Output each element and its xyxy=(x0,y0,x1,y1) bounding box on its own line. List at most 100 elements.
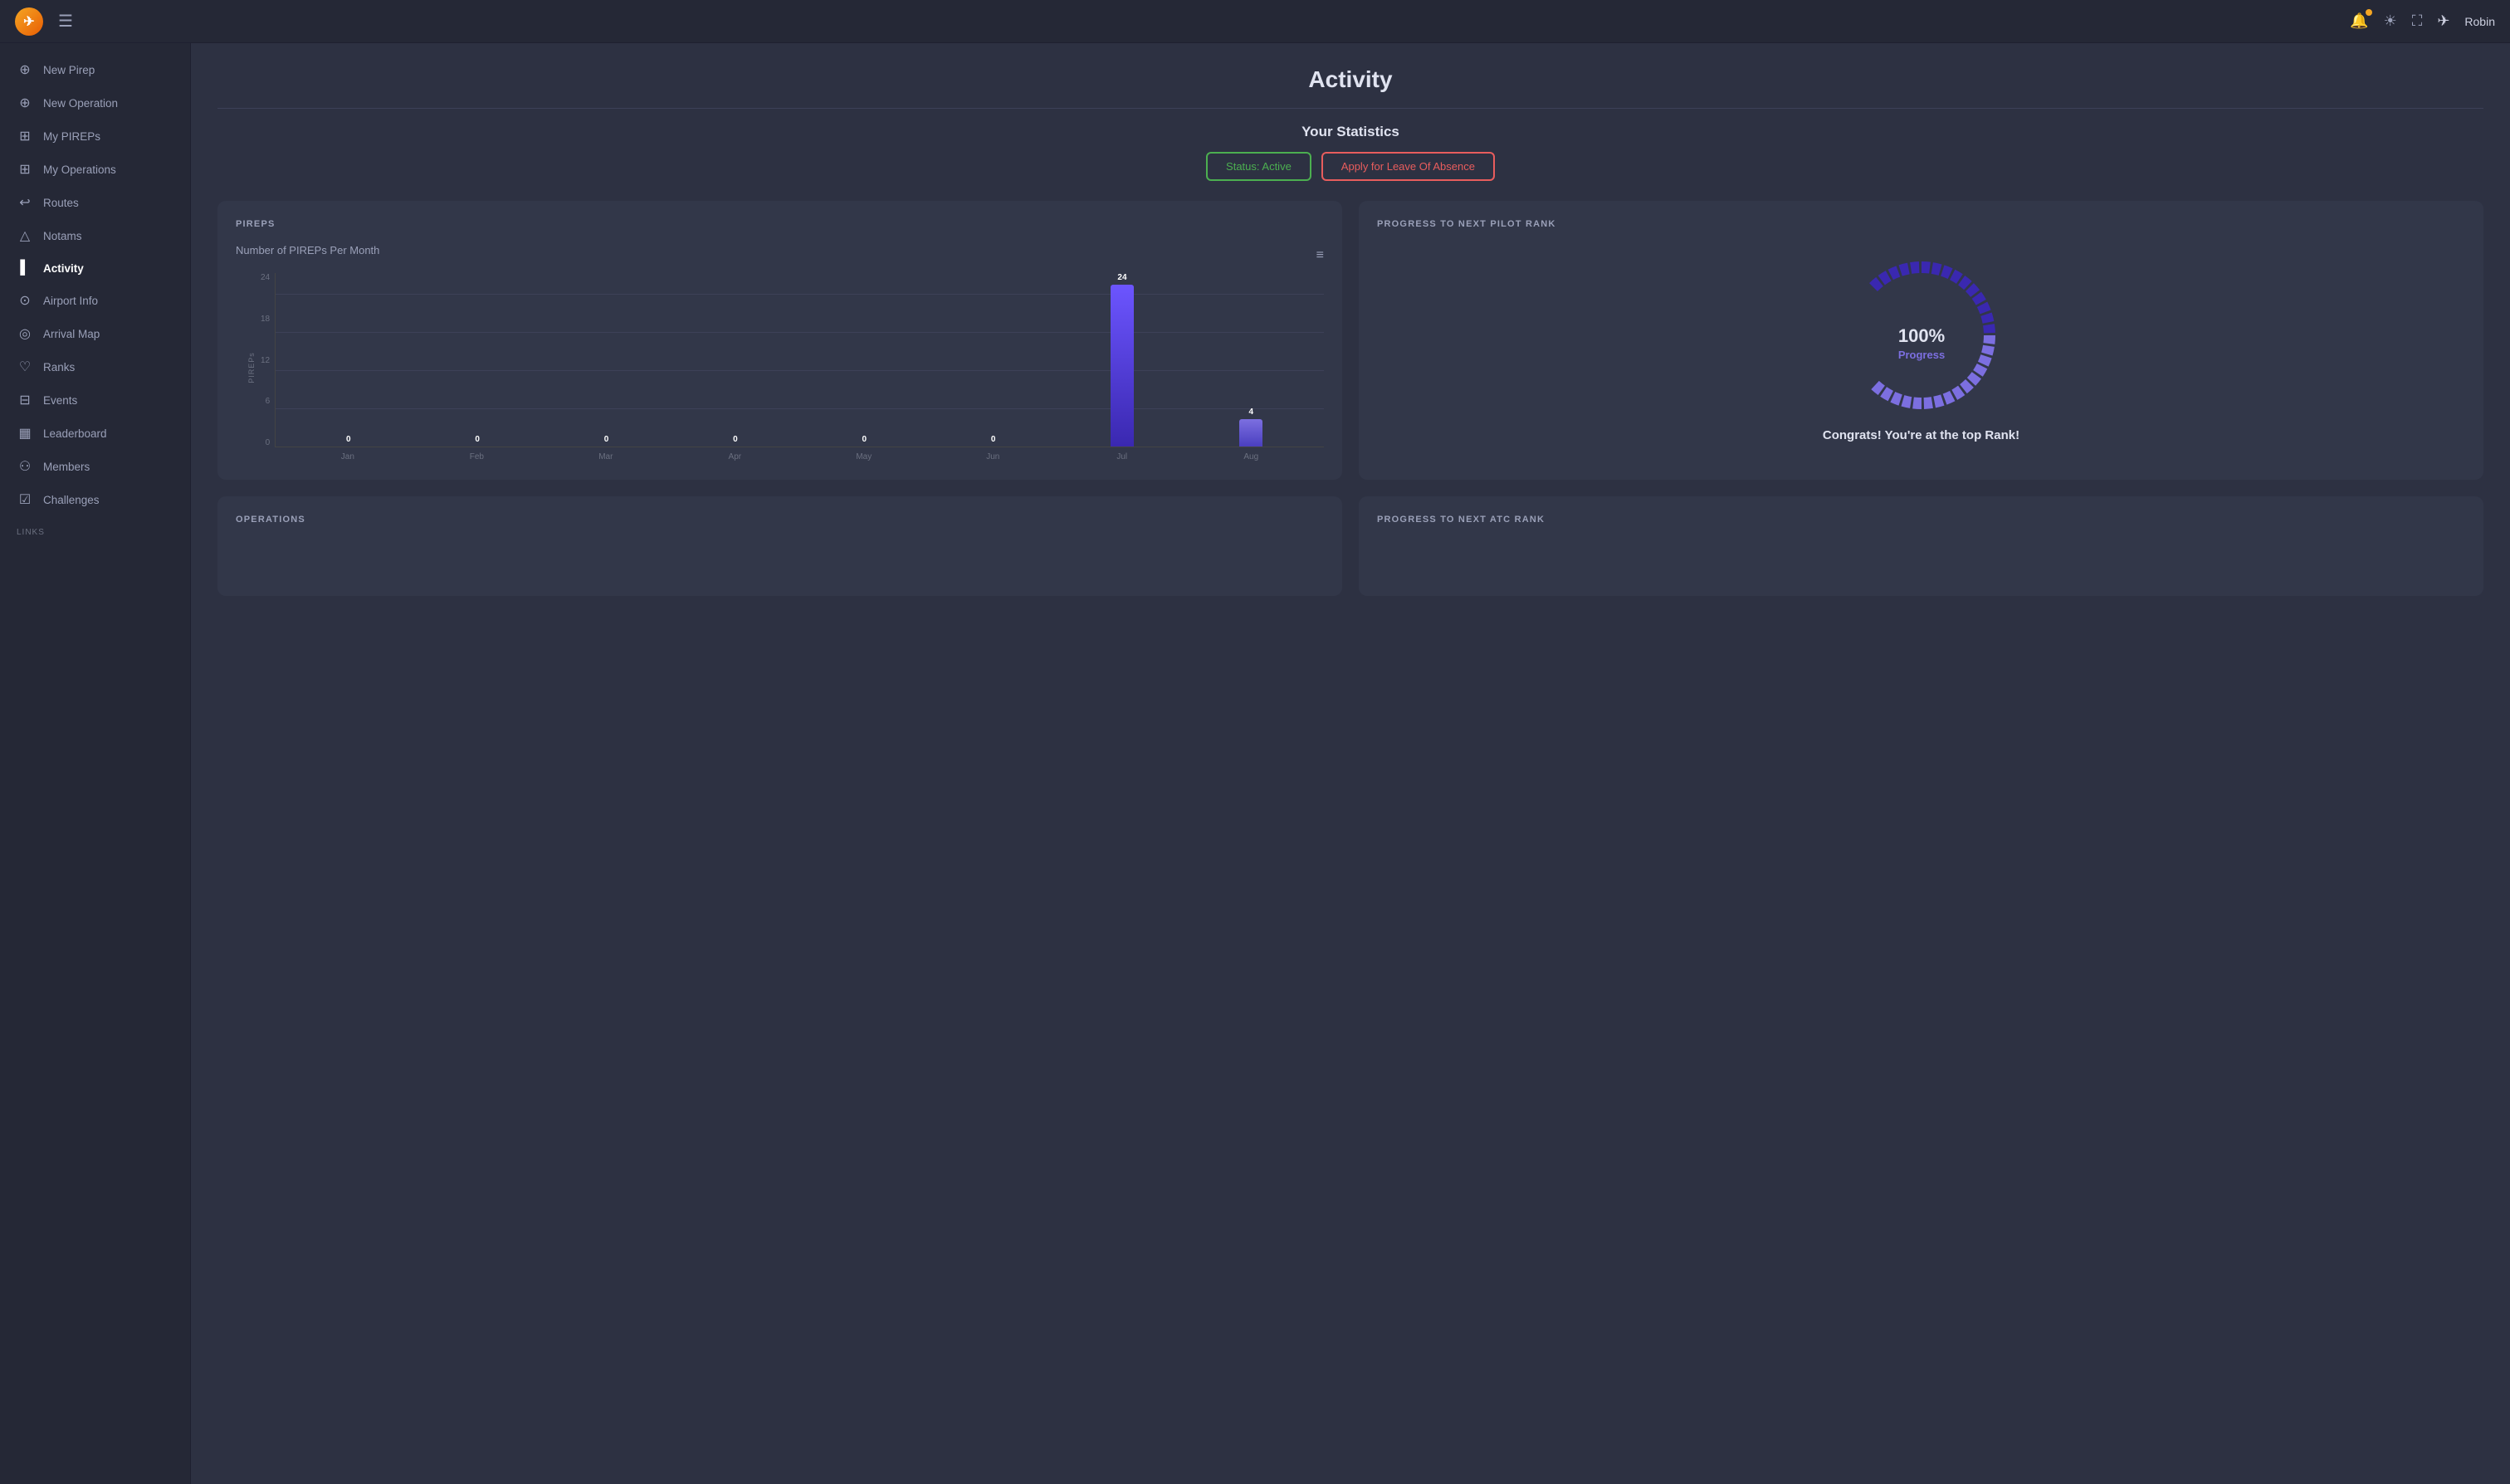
my-operations-label: My Operations xyxy=(43,164,116,176)
ring-segment-26 xyxy=(1901,395,1912,408)
page-title: Activity xyxy=(217,66,2483,93)
bar-x-label-aug: Aug xyxy=(1187,452,1316,461)
y-label-12: 12 xyxy=(261,356,270,365)
sidebar-item-ranks[interactable]: ♡ Ranks xyxy=(0,350,190,383)
sidebar-item-new-operation[interactable]: ⊕ New Operation xyxy=(0,86,190,120)
bar-value-feb: 0 xyxy=(475,435,480,444)
sidebar-item-activity[interactable]: ▌ Activity xyxy=(0,252,190,284)
fullscreen-icon[interactable]: ⛶ xyxy=(2412,12,2423,30)
progress-label: PROGRESS TO NEXT PILOT RANK xyxy=(1377,219,2465,229)
new-operation-label: New Operation xyxy=(43,97,118,110)
y-axis-title: PIREPs xyxy=(247,352,256,383)
airport-info-icon: ⊙ xyxy=(17,292,33,309)
notams-icon: △ xyxy=(17,227,33,244)
events-icon: ⊟ xyxy=(17,392,33,408)
bar-x-label-mar: Mar xyxy=(541,452,670,461)
sidebar-item-arrival-map[interactable]: ◎ Arrival Map xyxy=(0,317,190,350)
sidebar: ⊕ New Pirep ⊕ New Operation ⊞ My PIREPs … xyxy=(0,43,191,1484)
y-labels: 24 18 12 6 0 xyxy=(261,273,270,447)
plane-icon: ✈ xyxy=(2437,12,2449,30)
bar-value-jul: 24 xyxy=(1117,273,1126,282)
stats-buttons: Status: Active Apply for Leave Of Absenc… xyxy=(217,152,2483,181)
arrival-map-icon: ◎ xyxy=(17,325,33,342)
activity-label: Activity xyxy=(43,262,84,275)
bar-fill-aug xyxy=(1239,419,1262,447)
bar-value-mar: 0 xyxy=(604,435,609,444)
chart-menu-icon[interactable]: ≡ xyxy=(1316,248,1324,263)
ring-segment-7 xyxy=(1941,265,1952,279)
y-label-0: 0 xyxy=(266,438,271,447)
sidebar-item-my-operations[interactable]: ⊞ My Operations xyxy=(0,153,190,186)
links-label: LINKS xyxy=(0,516,190,542)
sidebar-item-my-pireps[interactable]: ⊞ My PIREPs xyxy=(0,120,190,153)
sidebar-item-notams[interactable]: △ Notams xyxy=(0,219,190,252)
stats-title: Your Statistics xyxy=(217,124,2483,140)
y-label-6: 6 xyxy=(266,397,271,406)
members-icon: ⚇ xyxy=(17,458,33,475)
bar-value-aug: 4 xyxy=(1249,408,1254,417)
bar-value-may: 0 xyxy=(862,435,867,444)
arrival-map-label: Arrival Map xyxy=(43,328,100,340)
challenges-icon: ☑ xyxy=(17,491,33,508)
menu-icon[interactable]: ☰ xyxy=(58,11,73,32)
ring-segment-15 xyxy=(1983,335,1995,344)
layout: ⊕ New Pirep ⊕ New Operation ⊞ My PIREPs … xyxy=(0,43,2510,1484)
new-operation-icon: ⊕ xyxy=(17,95,33,111)
bar-x-label-feb: Feb xyxy=(413,452,541,461)
leaderboard-icon: ▦ xyxy=(17,425,33,442)
my-pireps-label: My PIREPs xyxy=(43,130,100,143)
events-label: Events xyxy=(43,394,77,407)
sidebar-item-routes[interactable]: ↩ Routes xyxy=(0,186,190,219)
new-pirep-label: New Pirep xyxy=(43,64,95,76)
bar-col-jul: 24 xyxy=(1057,273,1186,447)
sidebar-item-leaderboard[interactable]: ▦ Leaderboard xyxy=(0,417,190,450)
leaderboard-label: Leaderboard xyxy=(43,427,107,440)
atc-label: PROGRESS TO NEXT ATC RANK xyxy=(1377,515,2465,525)
ring-segment-12 xyxy=(1976,302,1990,315)
sidebar-item-new-pirep[interactable]: ⊕ New Pirep xyxy=(0,53,190,86)
bar-col-apr: 0 xyxy=(671,273,799,447)
airport-info-label: Airport Info xyxy=(43,295,98,307)
app-logo[interactable]: ✈ xyxy=(15,7,43,36)
status-button[interactable]: Status: Active xyxy=(1206,152,1311,181)
ring-segment-22 xyxy=(1942,391,1955,405)
bar-col-jun: 0 xyxy=(929,273,1057,447)
topnav-left: ✈ ☰ xyxy=(15,7,73,36)
sidebar-item-events[interactable]: ⊟ Events xyxy=(0,383,190,417)
ring-segment-5 xyxy=(1922,261,1931,274)
progress-ring-wrap: 100% Progress Congrats! You're at the to… xyxy=(1377,244,2465,451)
routes-icon: ↩ xyxy=(17,194,33,211)
bar-x-label-apr: Apr xyxy=(671,452,799,461)
y-label-24: 24 xyxy=(261,273,270,282)
ring-segment-25 xyxy=(1912,397,1922,409)
bar-value-jan: 0 xyxy=(346,435,351,444)
atc-card: PROGRESS TO NEXT ATC RANK xyxy=(1359,496,2483,596)
ranks-label: Ranks xyxy=(43,361,75,373)
sidebar-item-members[interactable]: ⚇ Members xyxy=(0,450,190,483)
congrats-text: Congrats! You're at the top Rank! xyxy=(1823,428,2019,442)
chart-title: Number of PIREPs Per Month xyxy=(236,244,379,256)
sidebar-item-airport-info[interactable]: ⊙ Airport Info xyxy=(0,284,190,317)
pireps-card: PIREPS Number of PIREPs Per Month ≡ PIRE… xyxy=(217,201,1342,480)
bar-x-label-may: May xyxy=(799,452,928,461)
sun-icon[interactable]: ☀ xyxy=(2384,12,2397,30)
operations-label: OPERATIONS xyxy=(236,515,1324,525)
progress-ring-svg: 100% Progress xyxy=(1839,252,2005,418)
bell-badge xyxy=(2366,9,2372,16)
bar-x-labels: JanFebMarAprMayJunJulAug xyxy=(275,452,1324,461)
operations-card: OPERATIONS xyxy=(217,496,1342,596)
ring-segment-2 xyxy=(1887,266,1900,280)
topnav: ✈ ☰ 🔔 ☀ ⛶ ✈ Robin xyxy=(0,0,2510,43)
new-pirep-icon: ⊕ xyxy=(17,61,33,78)
leave-button[interactable]: Apply for Leave Of Absence xyxy=(1321,152,1495,181)
challenges-label: Challenges xyxy=(43,494,100,506)
bar-col-feb: 0 xyxy=(413,273,541,447)
ring-percent: 100% xyxy=(1897,325,1944,346)
ring-segment-13 xyxy=(1980,312,1994,323)
bell-icon[interactable]: 🔔 xyxy=(2350,12,2368,30)
progress-card: PROGRESS TO NEXT PILOT RANK 100% xyxy=(1359,201,2483,480)
ranks-icon: ♡ xyxy=(17,359,33,375)
bar-col-aug: 4 xyxy=(1187,273,1316,447)
sidebar-item-challenges[interactable]: ☑ Challenges xyxy=(0,483,190,516)
my-pireps-icon: ⊞ xyxy=(17,128,33,144)
